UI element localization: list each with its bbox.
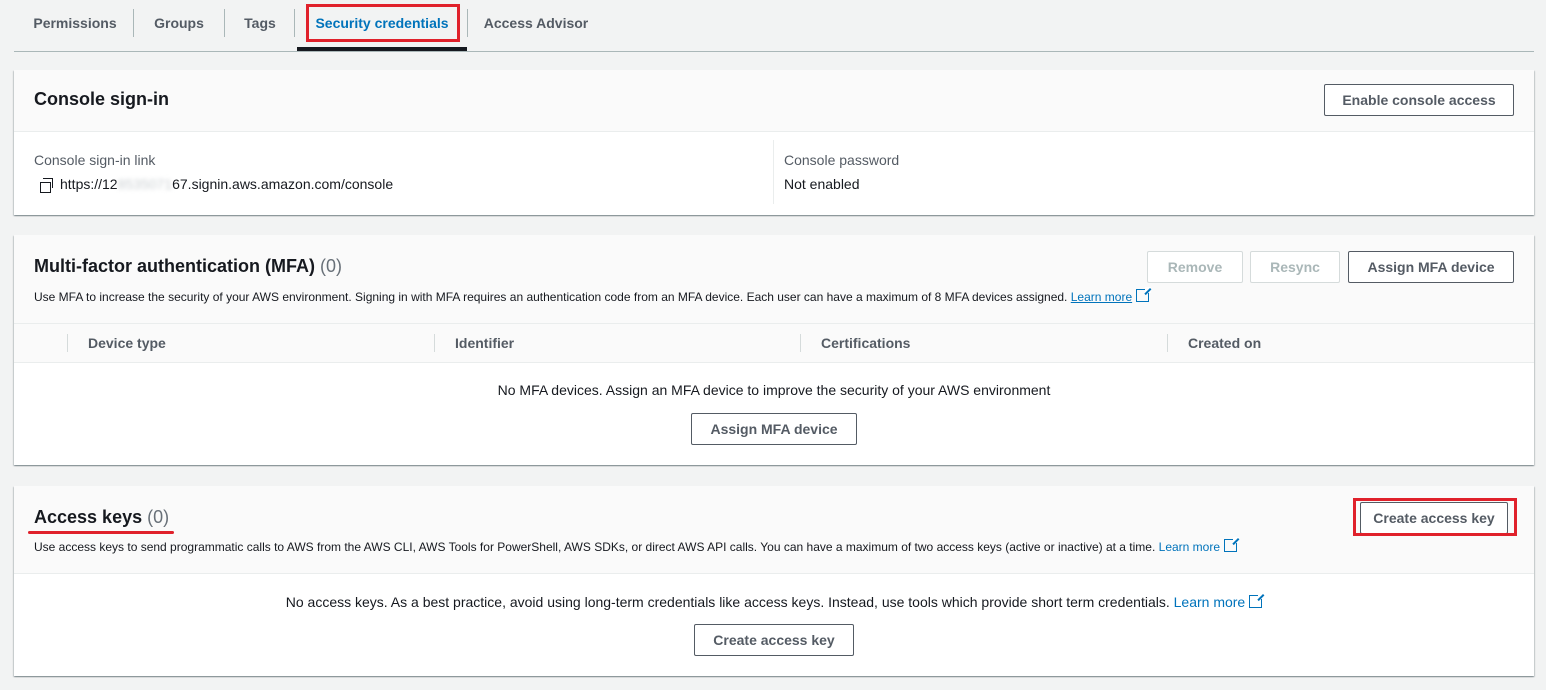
- mfa-empty-state-text: No MFA devices. Assign an MFA device to …: [497, 382, 1051, 398]
- console-signin-link[interactable]: https://12853507167.signin.aws.amazon.co…: [60, 176, 393, 192]
- access-keys-description: Use access keys to send programmatic cal…: [34, 537, 1240, 554]
- create-access-key-empty-button[interactable]: Create access key: [694, 624, 854, 656]
- tab-divider: [224, 9, 225, 37]
- console-signin-header: Console sign-in Enable console access: [14, 70, 1534, 132]
- mfa-panel: Multi-factor authentication (MFA) (0) Re…: [14, 235, 1534, 465]
- console-signin-panel: Console sign-in Enable console access Co…: [14, 70, 1534, 215]
- console-password-value: Not enabled: [784, 176, 860, 192]
- create-access-key-button[interactable]: Create access key: [1360, 502, 1508, 534]
- redacted-account-id: 8535071: [117, 176, 173, 192]
- access-keys-count: (0): [147, 507, 170, 527]
- column-divider: [800, 334, 801, 352]
- remove-mfa-button[interactable]: Remove: [1147, 251, 1243, 283]
- access-keys-title-text: Access keys: [34, 507, 143, 527]
- column-divider: [1167, 334, 1168, 352]
- mfa-description-text: Use MFA to increase the security of your…: [34, 290, 1068, 304]
- external-link-icon: [1224, 537, 1240, 552]
- access-keys-description-text: Use access keys to send programmatic cal…: [34, 540, 1156, 554]
- tab-divider: [467, 9, 468, 37]
- tab-permissions[interactable]: Permissions: [22, 0, 128, 48]
- assign-mfa-device-button[interactable]: Assign MFA device: [1348, 251, 1514, 283]
- access-keys-title: Access keys (0): [34, 507, 169, 528]
- mfa-learn-more-link[interactable]: Learn more: [1071, 290, 1132, 304]
- tab-divider: [133, 9, 134, 37]
- external-link-icon: [1249, 593, 1265, 608]
- access-keys-header: Access keys (0) Create access key Use ac…: [14, 486, 1534, 574]
- access-keys-empty-learn-more-link[interactable]: Learn more: [1174, 594, 1246, 610]
- tab-tags[interactable]: Tags: [232, 0, 288, 48]
- external-link-icon: [1136, 287, 1152, 302]
- mfa-table-header: Device type Identifier Certifications Cr…: [14, 323, 1534, 363]
- console-signin-link-label: Console sign-in link: [34, 152, 156, 168]
- console-password-label: Console password: [784, 152, 900, 168]
- access-keys-empty-state: No access keys. As a best practice, avoi…: [14, 593, 1534, 610]
- mfa-header: Multi-factor authentication (MFA) (0) Re…: [14, 235, 1534, 323]
- access-keys-empty-text: No access keys. As a best practice, avoi…: [285, 594, 1170, 610]
- mfa-title: Multi-factor authentication (MFA) (0): [34, 256, 342, 277]
- column-divider: [773, 140, 774, 204]
- tab-groups[interactable]: Groups: [140, 0, 218, 48]
- assign-mfa-device-empty-button[interactable]: Assign MFA device: [691, 413, 857, 445]
- column-divider: [67, 334, 68, 352]
- tab-security-credentials[interactable]: Security credentials: [304, 0, 460, 48]
- column-device-type[interactable]: Device type: [88, 324, 166, 362]
- console-signin-title: Console sign-in: [34, 89, 169, 109]
- access-keys-panel: Access keys (0) Create access key Use ac…: [14, 486, 1534, 676]
- mfa-title-text: Multi-factor authentication (MFA): [34, 256, 315, 276]
- column-created-on[interactable]: Created on: [1188, 324, 1261, 362]
- column-identifier[interactable]: Identifier: [455, 324, 514, 362]
- active-tab-indicator: [297, 47, 467, 51]
- annotation-underline: [28, 531, 174, 534]
- access-keys-learn-more-link[interactable]: Learn more: [1159, 540, 1220, 554]
- mfa-description: Use MFA to increase the security of your…: [34, 287, 1152, 304]
- tab-divider: [294, 9, 295, 37]
- enable-console-access-button[interactable]: Enable console access: [1324, 84, 1514, 116]
- column-certifications[interactable]: Certifications: [821, 324, 910, 362]
- resync-mfa-button[interactable]: Resync: [1250, 251, 1340, 283]
- tab-access-advisor[interactable]: Access Advisor: [476, 0, 596, 48]
- mfa-count: (0): [320, 256, 342, 276]
- column-divider: [434, 334, 435, 352]
- signin-link-prefix: https://12: [60, 176, 118, 192]
- signin-link-suffix: 67.signin.aws.amazon.com/console: [172, 176, 394, 192]
- copy-icon[interactable]: [40, 178, 53, 193]
- tab-bar: Permissions Groups Tags Security credent…: [14, 0, 1534, 52]
